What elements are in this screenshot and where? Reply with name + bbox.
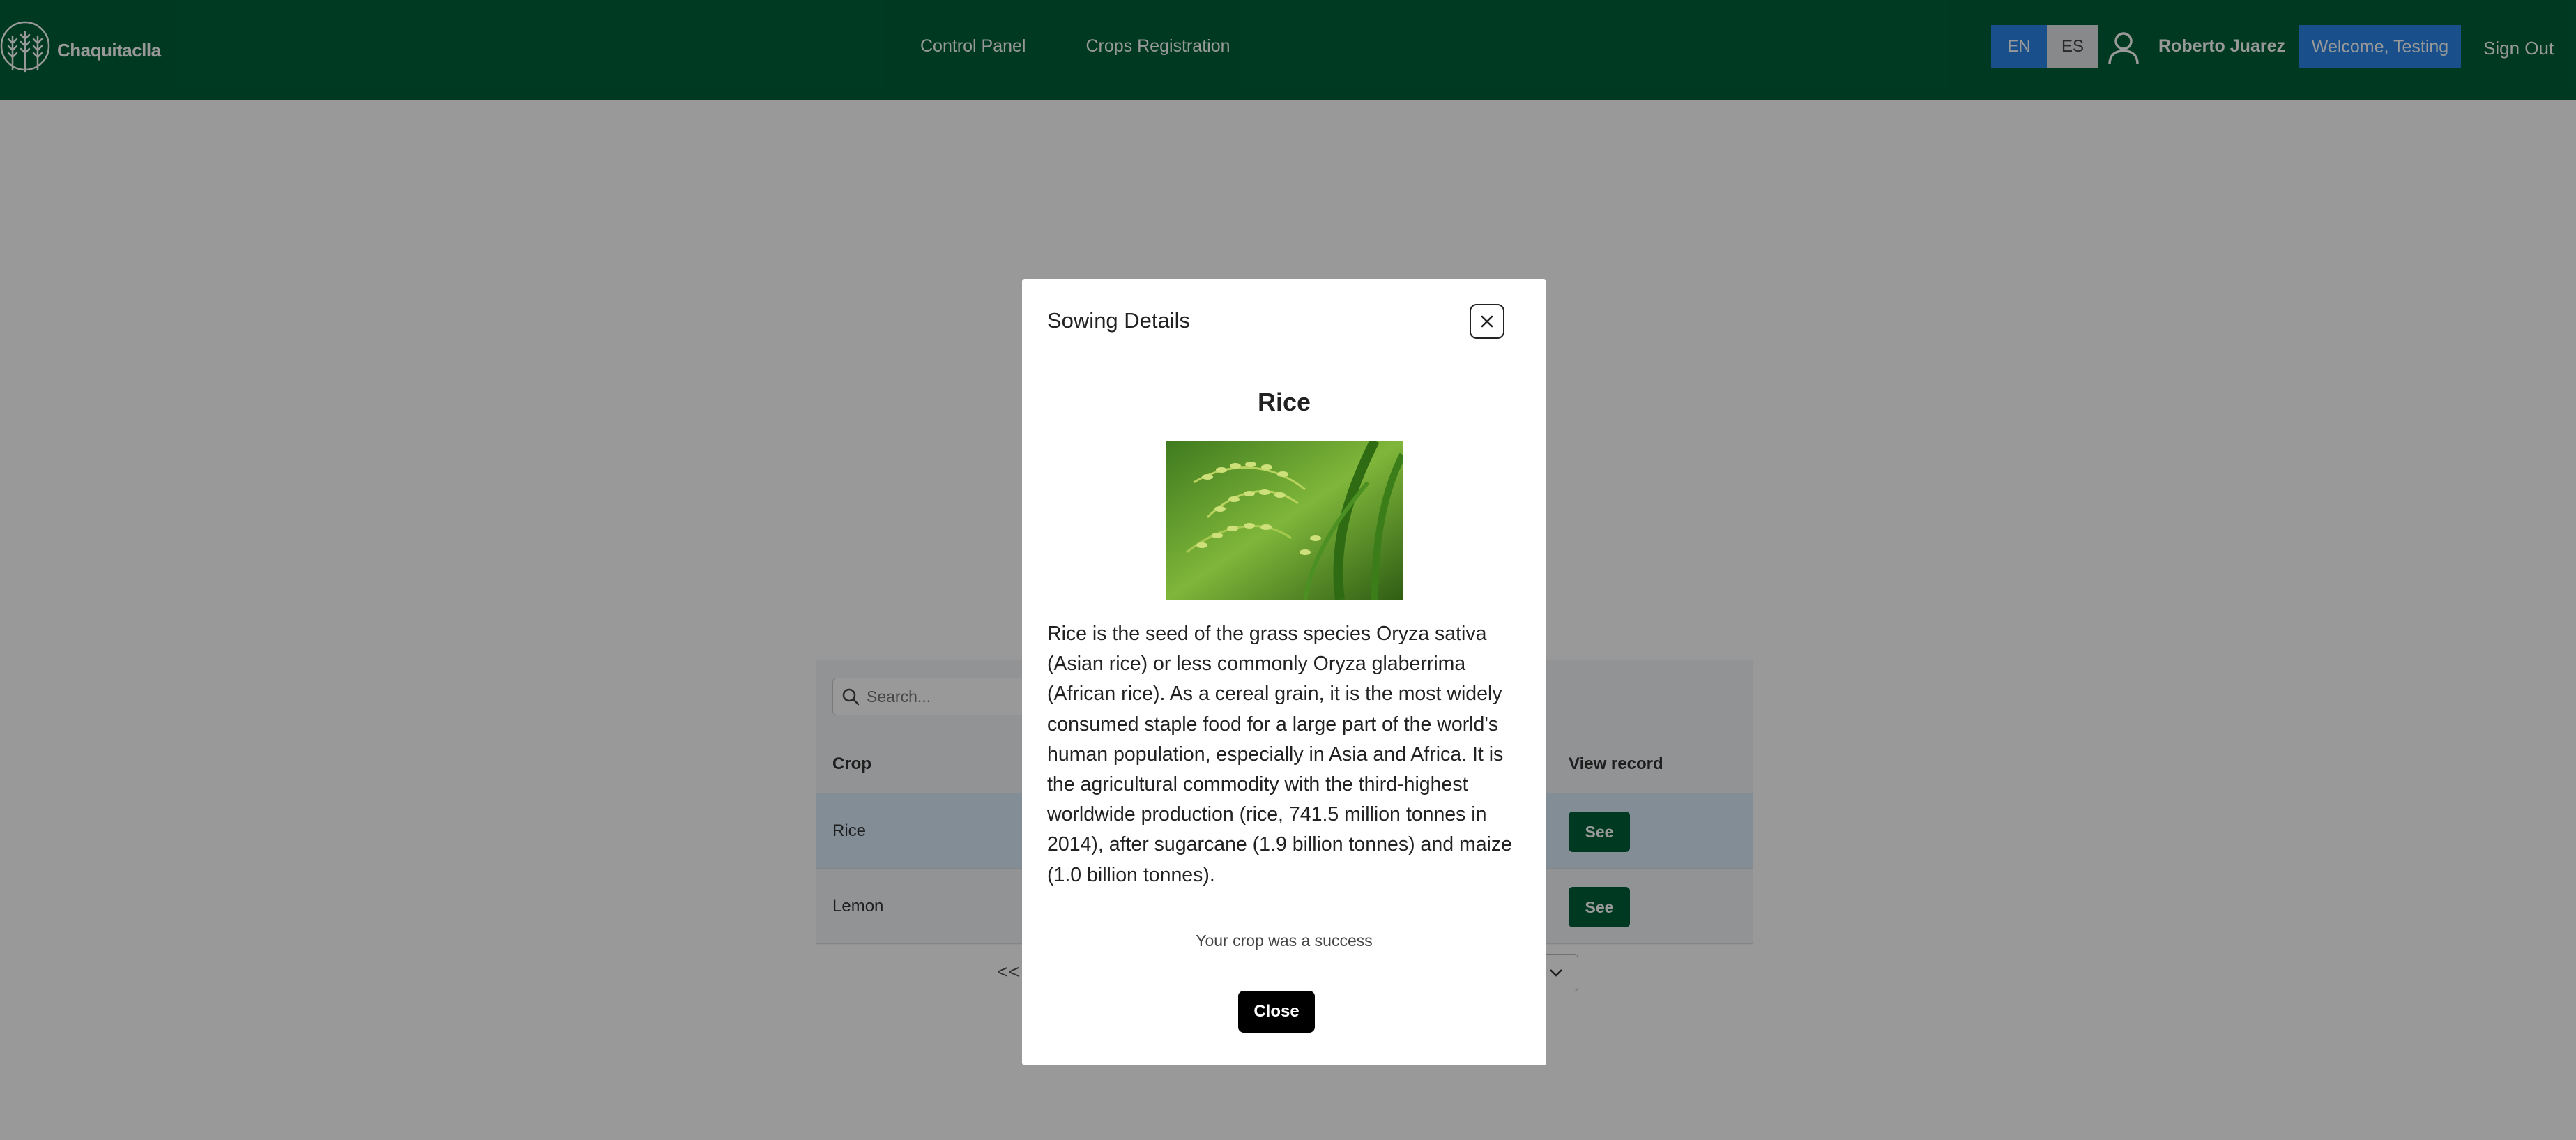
crop-name-heading: Rice: [1257, 388, 1311, 416]
modal-title: Sowing Details: [1047, 308, 1191, 333]
crop-description: Rice is the seed of the grass species Or…: [1047, 623, 1512, 886]
rice-plant-image: [1166, 441, 1403, 600]
modal-close-button[interactable]: [1470, 304, 1504, 339]
close-icon: [1481, 315, 1493, 328]
crop-photo: [1166, 441, 1403, 600]
sowing-details-modal: Sowing Details Rice Rice is the seed of …: [1022, 279, 1546, 1065]
crop-status-text: Your crop was a success: [1196, 932, 1373, 950]
close-button[interactable]: Close: [1238, 991, 1315, 1033]
